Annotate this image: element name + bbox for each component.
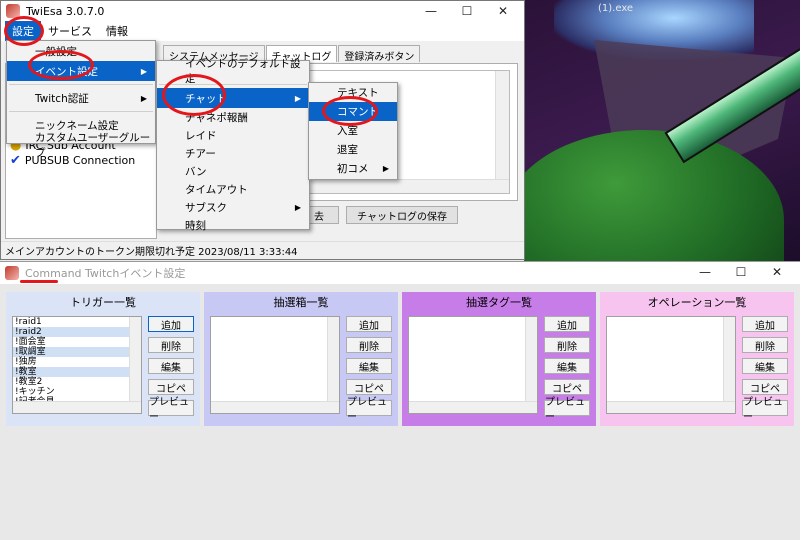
menu-item-twitch-auth[interactable]: Twitch認証 ▶: [7, 88, 155, 108]
lottery-tag-hscroll[interactable]: [409, 401, 537, 413]
maximize-button[interactable]: ☐: [723, 262, 759, 282]
lottery-box-group: 抽選箱一覧 追加 削除 編集 コピペ プレビュー: [204, 292, 398, 426]
operation-list[interactable]: [606, 316, 736, 414]
list-item[interactable]: !取調室: [13, 347, 141, 357]
background-game-art: (1).exe: [524, 0, 800, 262]
main-statusbar: メインアカウントのトークン期限切れ予定 2023/08/11 3:33:44: [1, 241, 524, 259]
list-item[interactable]: !raid2: [13, 327, 141, 337]
lottery-box-add-button[interactable]: 追加: [346, 316, 392, 332]
minimize-button[interactable]: —: [413, 1, 449, 21]
lottery-tag-list[interactable]: [408, 316, 538, 414]
list-item[interactable]: !独房: [13, 357, 141, 367]
trigger-delete-button[interactable]: 削除: [148, 337, 194, 353]
lottery-tag-add-button[interactable]: 追加: [544, 316, 590, 332]
lottery-box-list[interactable]: [210, 316, 340, 414]
tab-registered-buttons[interactable]: 登録済みボタン: [338, 45, 421, 63]
check-icon: ✔: [10, 153, 21, 168]
lottery-tag-group: 抽選タグ一覧 追加 削除 編集 コピペ プレビュー: [402, 292, 596, 426]
submenu-arrow-icon: ▶: [294, 202, 301, 212]
list-item[interactable]: !教室2: [13, 377, 141, 387]
list-item[interactable]: !raid1: [13, 317, 141, 327]
status-text: メインアカウントのトークン期限切れ予定 2023/08/11 3:33:44: [5, 247, 298, 258]
operation-group: オペレーション一覧 追加 削除 編集 コピペ プレビュー: [600, 292, 794, 426]
trigger-list[interactable]: !raid1 !raid2 !面会室 !取調室 !独房 !教室 !教室2 !キッ…: [12, 316, 142, 414]
list-item[interactable]: !キッチン: [13, 387, 141, 397]
annotation-circle-event-settings: [28, 50, 94, 80]
menu-service[interactable]: サービス: [41, 21, 99, 41]
submenu-arrow-icon: ▶: [382, 164, 389, 173]
lottery-box-delete-button[interactable]: 削除: [346, 337, 392, 353]
menu-item-ban[interactable]: バン: [157, 162, 309, 180]
save-chat-log-button[interactable]: チャットログの保存: [346, 206, 458, 224]
menu-info[interactable]: 情報: [99, 21, 135, 41]
event-window-content: トリガー一覧 !raid1 !raid2 !面会室 !取調室 !独房 !教室 !…: [0, 284, 800, 540]
lottery-box-vscroll[interactable]: [327, 317, 339, 401]
list-item[interactable]: !教室: [13, 367, 141, 377]
menu-separator: [9, 84, 153, 85]
operation-title: オペレーション一覧: [647, 296, 747, 309]
main-menubar: 設定 サービス 情報: [1, 21, 524, 41]
operation-add-button[interactable]: 追加: [742, 316, 788, 332]
lottery-tag-preview-button[interactable]: プレビュー: [544, 397, 590, 423]
operation-hscroll[interactable]: [607, 401, 735, 413]
event-window-title: Command Twitchイベント設定: [25, 267, 186, 280]
main-window-title: TwiEsa 3.0.7.0: [26, 4, 105, 18]
maximize-button[interactable]: ☐: [449, 1, 485, 21]
operation-vscroll[interactable]: [723, 317, 735, 401]
lottery-box-hscroll[interactable]: [211, 401, 339, 413]
operation-delete-button[interactable]: 削除: [742, 337, 788, 353]
minimize-button[interactable]: —: [687, 262, 723, 282]
operation-preview-button[interactable]: プレビュー: [742, 397, 788, 423]
background-exe-label: (1).exe: [598, 3, 634, 14]
trigger-list-group: トリガー一覧 !raid1 !raid2 !面会室 !取調室 !独房 !教室 !…: [6, 292, 200, 426]
lottery-tag-delete-button[interactable]: 削除: [544, 337, 590, 353]
lottery-tag-title: 抽選タグ一覧: [466, 296, 532, 309]
trigger-edit-button[interactable]: 編集: [148, 358, 194, 374]
menu-item-custom-user-group[interactable]: カスタムユーザーグループ: [7, 132, 155, 159]
menu-item-leave[interactable]: 退室: [309, 140, 397, 159]
lottery-box-title: 抽選箱一覧: [273, 296, 329, 309]
submenu-arrow-icon: ▶: [294, 93, 301, 103]
menu-item-raid[interactable]: レイド: [157, 126, 309, 144]
trigger-preview-button[interactable]: プレビュー: [148, 397, 194, 423]
event-window-controls: — ☐ ✕: [687, 262, 795, 282]
list-item[interactable]: !面会室: [13, 337, 141, 347]
main-window-controls: — ☐ ✕: [413, 1, 521, 21]
trigger-list-vscroll[interactable]: [129, 317, 141, 401]
annotation-underline: [20, 280, 58, 283]
menu-item-time[interactable]: 時刻: [157, 216, 309, 234]
event-window-titlebar[interactable]: Command Twitchイベント設定: [0, 262, 800, 284]
menu-item-cheer[interactable]: チアー: [157, 144, 309, 162]
app-icon: [5, 266, 19, 280]
trigger-list-title: トリガー一覧: [70, 296, 136, 309]
trigger-add-button[interactable]: 追加: [148, 316, 194, 332]
lottery-tag-vscroll[interactable]: [525, 317, 537, 401]
chat-log-vscroll[interactable]: [495, 71, 509, 193]
event-settings-window: Command Twitchイベント設定 — ☐ ✕ トリガー一覧 !raid1…: [0, 261, 800, 540]
submenu-arrow-icon: ▶: [140, 93, 147, 103]
close-button[interactable]: ✕: [485, 1, 521, 21]
annotation-circle-command: [322, 96, 378, 126]
operation-edit-button[interactable]: 編集: [742, 358, 788, 374]
menu-item-subscription[interactable]: サブスク ▶: [157, 198, 309, 216]
menu-item-timeout[interactable]: タイムアウト: [157, 180, 309, 198]
menu-separator: [9, 111, 153, 112]
lottery-box-preview-button[interactable]: プレビュー: [346, 397, 392, 423]
annotation-circle-settings: [4, 16, 44, 46]
submenu-arrow-icon: ▶: [140, 66, 147, 76]
lottery-tag-edit-button[interactable]: 編集: [544, 358, 590, 374]
lottery-box-edit-button[interactable]: 編集: [346, 358, 392, 374]
trigger-list-hscroll[interactable]: [13, 401, 141, 413]
menu-item-first-comment[interactable]: 初コメ ▶: [309, 159, 397, 178]
close-button[interactable]: ✕: [759, 262, 795, 282]
annotation-circle-chat: [162, 74, 226, 116]
